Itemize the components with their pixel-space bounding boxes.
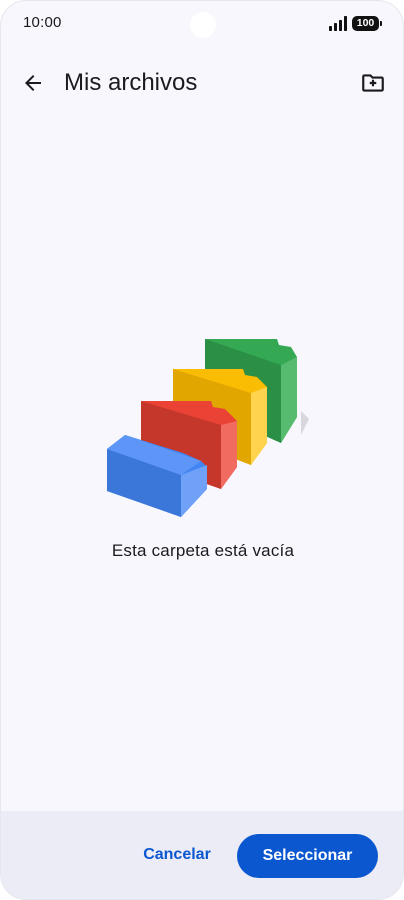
new-folder-button[interactable] <box>353 63 393 103</box>
battery-indicator: 100 <box>352 16 382 31</box>
empty-state-message: Esta carpeta está vacía <box>111 541 295 560</box>
bottom-action-bar: Cancelar Seleccionar <box>1 811 403 899</box>
cancel-button[interactable]: Cancelar <box>129 833 225 877</box>
camera-cutout <box>190 12 216 38</box>
phone-screen: 10:00 100 Mis archivos Esta carpeta está… <box>0 0 404 900</box>
create-new-folder-icon <box>362 74 384 92</box>
status-bar: 10:00 100 <box>1 1 403 45</box>
back-button[interactable] <box>13 63 53 103</box>
signal-bars-icon <box>329 16 347 31</box>
status-time: 10:00 <box>23 14 62 31</box>
arrow-back-icon <box>25 75 41 91</box>
select-button[interactable]: Seleccionar <box>237 834 378 878</box>
empty-folders-illustration <box>107 339 309 517</box>
page-title: Mis archivos <box>64 69 198 96</box>
